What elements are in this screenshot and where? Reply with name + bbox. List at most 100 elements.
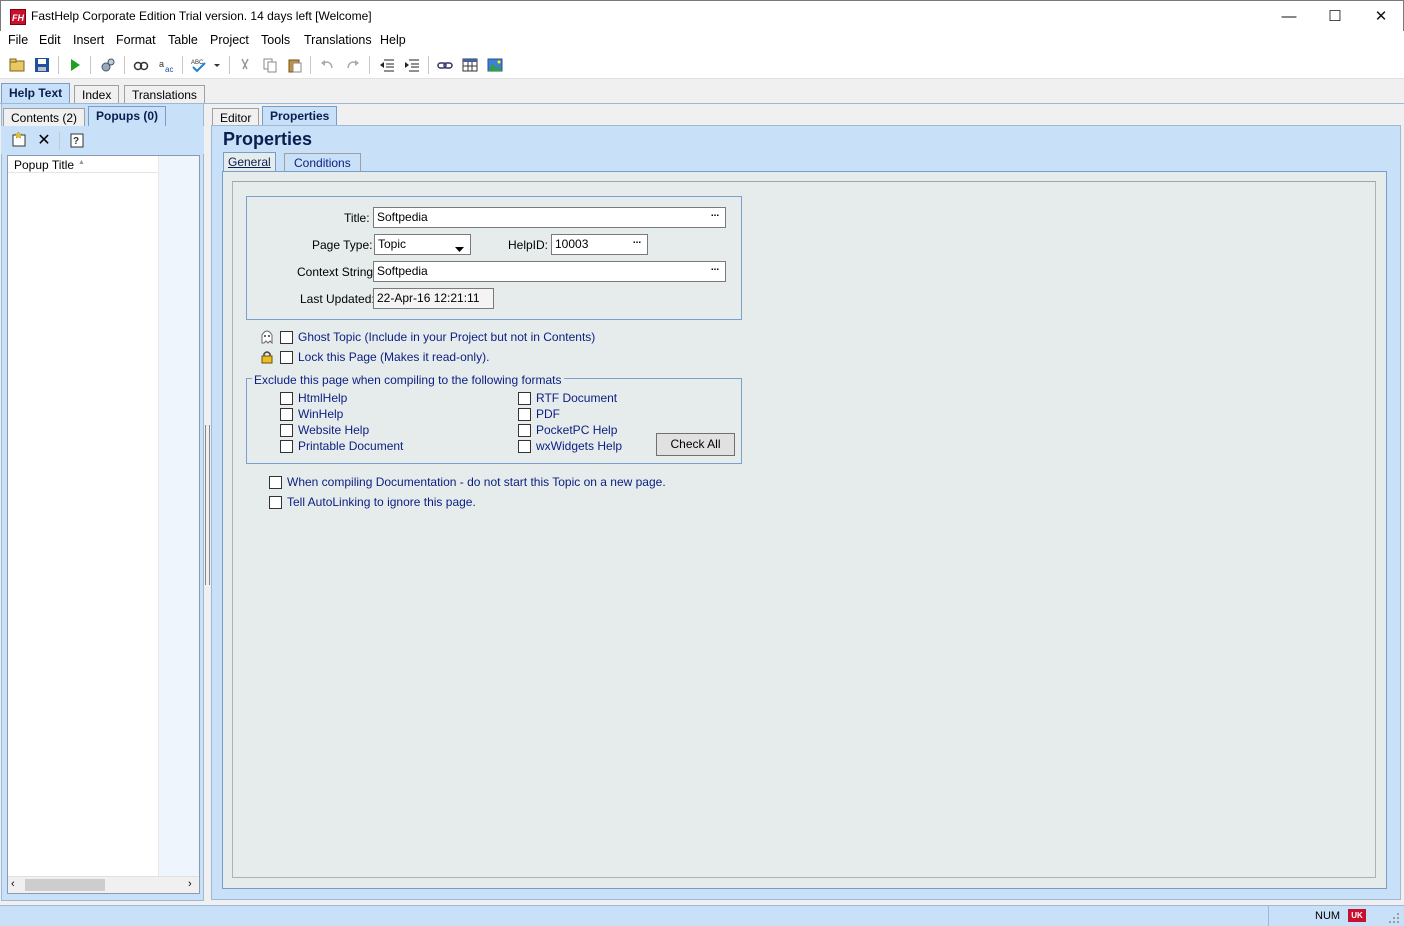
- wxwidgets-help-label: wxWidgets Help: [536, 439, 623, 453]
- copy-icon[interactable]: [260, 55, 280, 75]
- menu-project[interactable]: Project: [210, 33, 249, 47]
- exclude-legend: Exclude this page when compiling to the …: [252, 373, 564, 387]
- tab-contents[interactable]: Contents (2): [3, 108, 86, 127]
- toolbar-separator: [182, 56, 183, 74]
- tab-strip-line: [0, 103, 1404, 104]
- menu-table[interactable]: Table: [168, 33, 198, 47]
- website-help-checkbox[interactable]: [280, 424, 293, 437]
- tab-properties[interactable]: Properties: [262, 106, 338, 127]
- save-icon[interactable]: [32, 55, 52, 75]
- find-replace-icon[interactable]: a ac: [156, 55, 176, 75]
- tab-translations[interactable]: Translations: [124, 85, 205, 103]
- dropdown-arrow-icon[interactable]: [210, 55, 224, 75]
- horizontal-scrollbar[interactable]: ‹ ›: [8, 876, 199, 893]
- check-all-button[interactable]: Check All: [656, 433, 735, 456]
- scroll-left-icon[interactable]: ‹: [11, 878, 15, 890]
- svg-text:ac: ac: [165, 65, 173, 73]
- scroll-thumb[interactable]: [25, 879, 105, 891]
- toolbar: a ac ABC: [0, 51, 1404, 79]
- column-filler: [159, 156, 199, 876]
- spell-abc-icon[interactable]: ABC: [189, 55, 209, 75]
- pdf-label: PDF: [536, 407, 560, 421]
- winhelp-checkbox[interactable]: [280, 408, 293, 421]
- resize-grip-icon[interactable]: [1388, 912, 1400, 924]
- menu-tools[interactable]: Tools: [261, 33, 290, 47]
- popup-list[interactable]: Popup Title ▲ ‹ ›: [7, 155, 200, 894]
- htmlhelp-checkbox[interactable]: [280, 392, 293, 405]
- spellcheck-icon[interactable]: [131, 55, 151, 75]
- tab-popups[interactable]: Popups (0): [88, 106, 166, 127]
- ghost-topic-checkbox[interactable]: [280, 331, 293, 344]
- helpid-label: HelpID:: [508, 238, 549, 252]
- htmlhelp-label: HtmlHelp: [298, 391, 348, 405]
- context-string-value: Softpedia: [377, 264, 428, 278]
- scroll-right-icon[interactable]: ›: [188, 878, 192, 890]
- toolbar-separator: [369, 56, 370, 74]
- toolbar-separator: [428, 56, 429, 74]
- language-flag-icon: UK: [1348, 909, 1366, 922]
- context-ellipsis-button[interactable]: ...: [705, 263, 725, 280]
- title-field[interactable]: Softpedia: [373, 207, 726, 228]
- toolbar-separator: [58, 56, 59, 74]
- autolink-ignore-label: Tell AutoLinking to ignore this page.: [287, 495, 476, 509]
- title-ellipsis-button[interactable]: ...: [705, 209, 725, 226]
- tab-help-text[interactable]: Help Text: [1, 83, 71, 104]
- cut-icon[interactable]: [235, 55, 255, 75]
- context-string-label: Context String:: [297, 265, 377, 279]
- menu-bar: File Edit Insert Format Table Project To…: [0, 31, 1404, 51]
- sort-ascending-icon: ▲: [78, 159, 85, 166]
- pdf-checkbox[interactable]: [518, 408, 531, 421]
- last-updated-label: Last Updated:: [300, 292, 375, 306]
- pocketpc-help-checkbox[interactable]: [518, 424, 531, 437]
- open-icon[interactable]: [7, 55, 27, 75]
- menu-insert[interactable]: Insert: [73, 33, 104, 47]
- redo-icon[interactable]: [343, 55, 363, 75]
- close-button[interactable]: ✕: [1358, 1, 1404, 31]
- tab-conditions[interactable]: Conditions: [284, 153, 361, 171]
- menu-format[interactable]: Format: [116, 33, 156, 47]
- app-icon: FH: [10, 9, 26, 25]
- autolink-ignore-checkbox[interactable]: [269, 496, 282, 509]
- menu-help[interactable]: Help: [380, 33, 406, 47]
- outdent-icon[interactable]: [377, 55, 397, 75]
- splitter-handle[interactable]: [205, 425, 210, 585]
- printable-document-label: Printable Document: [298, 439, 404, 453]
- lock-page-checkbox[interactable]: [280, 351, 293, 364]
- table-icon[interactable]: [460, 55, 480, 75]
- lock-icon: [261, 350, 273, 364]
- printable-document-checkbox[interactable]: [280, 440, 293, 453]
- tab-index[interactable]: Index: [74, 85, 120, 103]
- svg-text:?: ?: [73, 136, 79, 147]
- tab-general[interactable]: General: [223, 152, 276, 172]
- image-icon[interactable]: [485, 55, 505, 75]
- paste-icon[interactable]: [285, 55, 305, 75]
- maximize-button[interactable]: ☐: [1312, 1, 1358, 31]
- rtf-document-checkbox[interactable]: [518, 392, 531, 405]
- left-toolbar: [1, 126, 204, 154]
- window-title: FastHelp Corporate Edition Trial version…: [31, 9, 372, 23]
- compile-icon[interactable]: [98, 55, 118, 75]
- page-type-label: Page Type:: [312, 238, 373, 252]
- num-lock-indicator: NUM: [1315, 910, 1341, 922]
- toolbar-separator: [59, 132, 60, 150]
- minimize-button[interactable]: —: [1266, 1, 1312, 31]
- menu-file[interactable]: File: [8, 33, 28, 47]
- wxwidgets-help-checkbox[interactable]: [518, 440, 531, 453]
- toolbar-separator: [124, 56, 125, 74]
- doc-no-new-page-checkbox[interactable]: [269, 476, 282, 489]
- menu-translations[interactable]: Translations: [304, 33, 372, 47]
- delete-icon[interactable]: ✕: [34, 130, 54, 150]
- helpid-ellipsis-button[interactable]: ...: [627, 236, 647, 253]
- menu-edit[interactable]: Edit: [39, 33, 61, 47]
- run-icon[interactable]: [65, 55, 85, 75]
- link-icon[interactable]: [435, 55, 455, 75]
- column-header-label: Popup Title: [14, 158, 75, 172]
- pocketpc-help-label: PocketPC Help: [536, 423, 618, 437]
- undo-icon[interactable]: [317, 55, 337, 75]
- rtf-document-label: RTF Document: [536, 391, 618, 405]
- popup-properties-icon[interactable]: ?: [67, 130, 87, 150]
- indent-icon[interactable]: [402, 55, 422, 75]
- column-header-popup-title[interactable]: Popup Title ▲: [8, 156, 158, 173]
- new-popup-icon[interactable]: [9, 130, 29, 150]
- context-string-field[interactable]: Softpedia: [373, 261, 726, 282]
